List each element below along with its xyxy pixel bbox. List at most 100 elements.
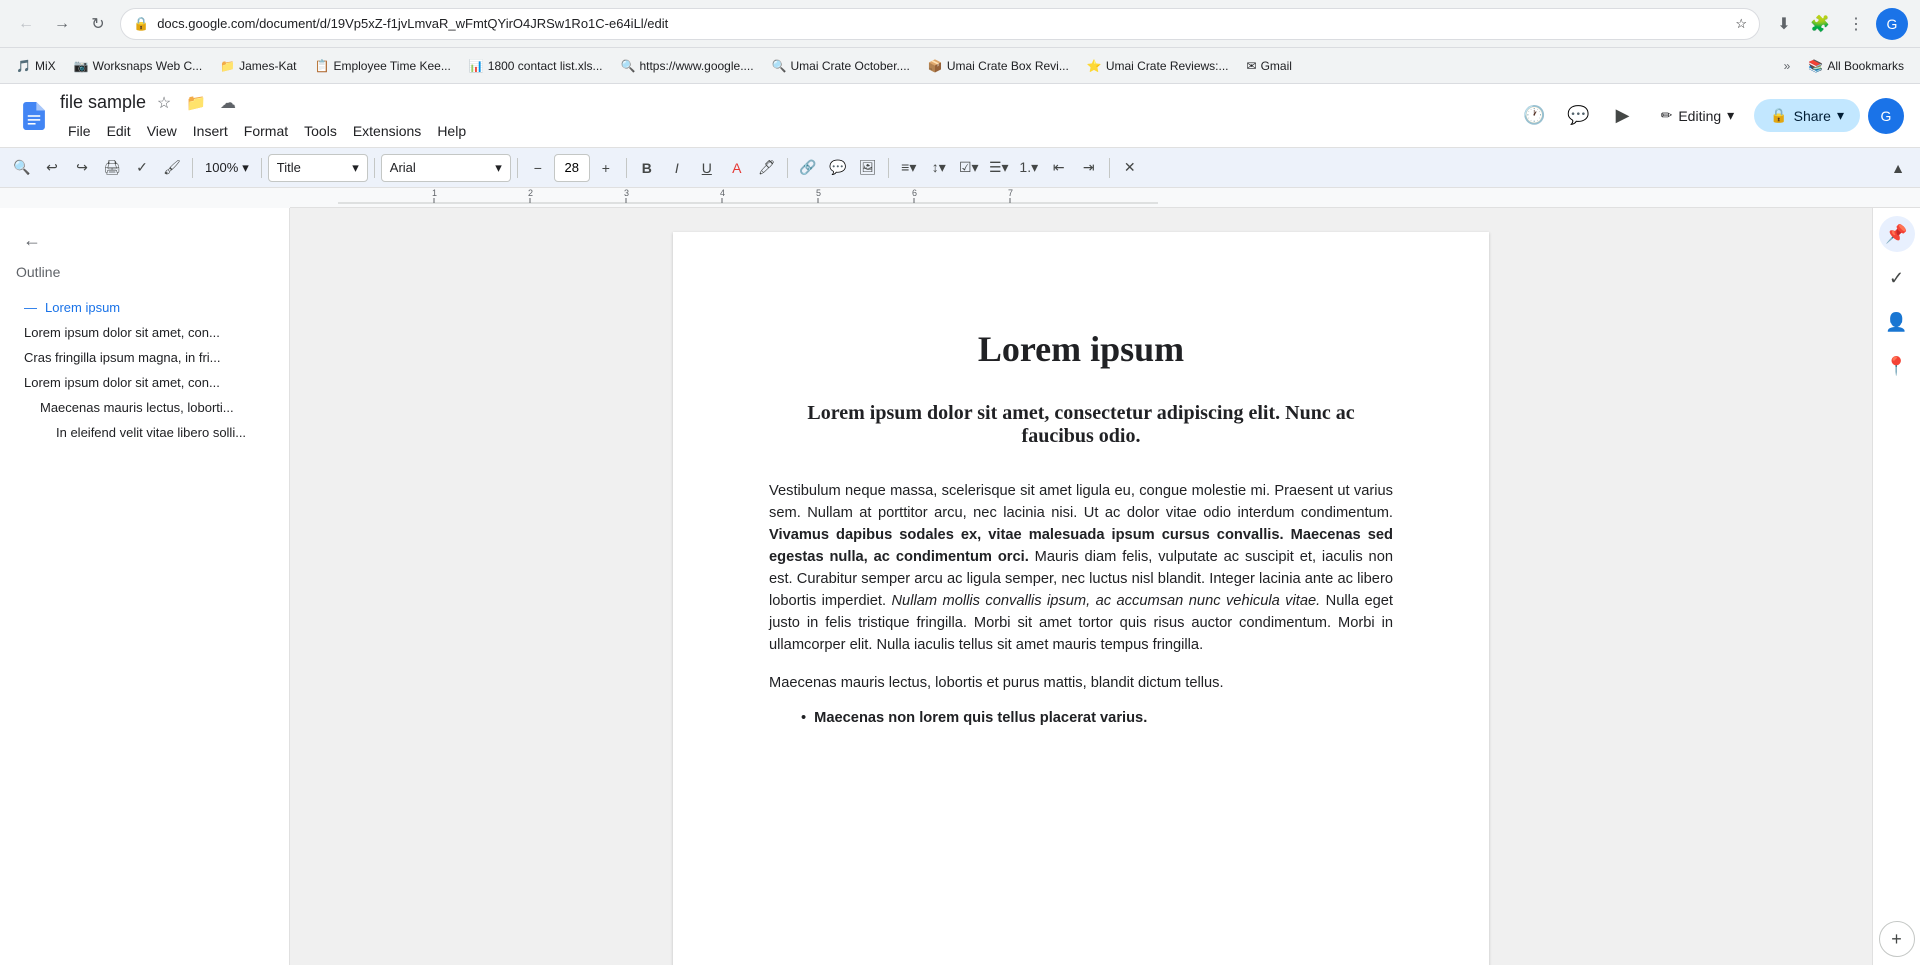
undo-button[interactable]: ↩ <box>38 154 66 182</box>
menu-help[interactable]: Help <box>429 119 474 143</box>
link-button[interactable]: 🔗 <box>794 154 822 182</box>
search-toolbar-button[interactable]: 🔍 <box>8 154 36 182</box>
all-bookmarks-button[interactable]: 📚 All Bookmarks <box>1800 55 1912 77</box>
style-value: Title <box>277 160 301 175</box>
font-size-decrease-button[interactable]: − <box>524 154 552 182</box>
extensions-icon[interactable]: 🧩 <box>1804 8 1836 40</box>
star-icon[interactable]: ☆ <box>1735 16 1747 32</box>
menu-format[interactable]: Format <box>236 119 296 143</box>
bookmark-worksnaps[interactable]: 📷 Worksnaps Web C... <box>66 55 211 77</box>
outline-item-5[interactable]: In eleifend velit vitae libero solli... <box>16 421 273 444</box>
doc-paragraph-2[interactable]: Maecenas mauris lectus, lobortis et puru… <box>769 672 1393 694</box>
history-button[interactable]: 🕐 <box>1517 98 1553 134</box>
font-name-select[interactable]: Arial ▾ <box>381 154 511 182</box>
outline-item-3[interactable]: Lorem ipsum dolor sit amet, con... <box>16 371 273 394</box>
font-size-increase-button[interactable]: + <box>592 154 620 182</box>
bookmark-employee[interactable]: 📋 Employee Time Kee... <box>306 55 458 77</box>
chevron-down-icon: ▾ <box>1727 107 1734 124</box>
outline-item-0[interactable]: — Lorem ipsum <box>16 296 273 319</box>
download-icon[interactable]: ⬇ <box>1768 8 1800 40</box>
star-button[interactable]: ☆ <box>150 89 178 117</box>
sidebar-maps-button[interactable]: 📍 <box>1879 348 1915 384</box>
sidebar-back-button[interactable]: ← <box>16 224 48 256</box>
align-button[interactable]: ≡▾ <box>895 154 923 182</box>
bookmark-mix[interactable]: 🎵 MiX <box>8 55 64 77</box>
bookmark-mix-label: MiX <box>35 59 56 73</box>
doc-title[interactable]: Lorem ipsum <box>769 328 1393 370</box>
bookmarks-more-button[interactable]: » <box>1776 55 1799 77</box>
para1-before-bold: Vestibulum neque massa, scelerisque sit … <box>769 483 1393 521</box>
clear-formatting-button[interactable]: ✕ <box>1116 154 1144 182</box>
cloud-button[interactable]: ☁ <box>214 89 242 117</box>
font-size-input[interactable] <box>554 154 590 182</box>
google-icon: 🔍 <box>621 59 636 73</box>
lock-share-icon: 🔒 <box>1770 107 1787 124</box>
zoom-value: 100% <box>205 160 238 175</box>
sidebar-contacts-button[interactable]: 👤 <box>1879 304 1915 340</box>
bookmark-gmail[interactable]: ✉ Gmail <box>1239 55 1300 77</box>
gmail-icon: ✉ <box>1247 59 1257 73</box>
menu-view[interactable]: View <box>139 119 185 143</box>
underline-button[interactable]: U <box>693 154 721 182</box>
zoom-chevron-icon: ▾ <box>242 160 249 176</box>
address-bar[interactable]: 🔒 docs.google.com/document/d/19Vp5xZ-f1j… <box>120 8 1760 40</box>
bookmark-umai-reviews[interactable]: ⭐ Umai Crate Reviews:... <box>1079 55 1237 77</box>
user-avatar[interactable]: G <box>1868 98 1904 134</box>
profile-avatar[interactable]: G <box>1876 8 1908 40</box>
docs-content[interactable]: Lorem ipsum Lorem ipsum dolor sit amet, … <box>290 208 1872 965</box>
image-button[interactable]: 🖼 <box>854 154 882 182</box>
bullet-list-button[interactable]: ☰▾ <box>985 154 1013 182</box>
bookmark-umai-box[interactable]: 📦 Umai Crate Box Revi... <box>920 55 1077 77</box>
numbered-list-button[interactable]: 1.▾ <box>1015 154 1043 182</box>
comment-toolbar-button[interactable]: 💬 <box>824 154 852 182</box>
bullet-dot-1: • <box>801 710 806 726</box>
paragraph-style-select[interactable]: Title ▾ <box>268 154 368 182</box>
docs-filename[interactable]: file sample <box>60 92 146 113</box>
present-button[interactable]: ▶ <box>1605 98 1641 134</box>
reload-button[interactable]: ↻ <box>84 10 112 38</box>
line-spacing-button[interactable]: ↕▾ <box>925 154 953 182</box>
bullet-text-1: Maecenas non lorem quis tellus placerat … <box>814 710 1147 726</box>
outline-item-4[interactable]: Maecenas mauris lectus, loborti... <box>16 396 273 419</box>
paint-format-button[interactable]: 🖌 <box>158 154 186 182</box>
decrease-indent-button[interactable]: ⇤ <box>1045 154 1073 182</box>
share-button[interactable]: 🔒 Share ▾ <box>1754 99 1860 132</box>
spellcheck-button[interactable]: ✓ <box>128 154 156 182</box>
outline-item-label-0: Lorem ipsum <box>45 300 120 315</box>
print-button[interactable]: 🖨 <box>98 154 126 182</box>
redo-button[interactable]: ↪ <box>68 154 96 182</box>
back-button[interactable]: ← <box>12 10 40 38</box>
menu-edit[interactable]: Edit <box>99 119 139 143</box>
editing-label: Editing <box>1678 108 1721 124</box>
toolbar-divider-7 <box>888 158 889 178</box>
menu-tools[interactable]: Tools <box>296 119 345 143</box>
menu-insert[interactable]: Insert <box>185 119 236 143</box>
menu-file[interactable]: File <box>60 119 99 143</box>
outline-item-2[interactable]: Cras fringilla ipsum magna, in fri... <box>16 346 273 369</box>
text-color-button[interactable]: A <box>723 154 751 182</box>
doc-heading[interactable]: Lorem ipsum dolor sit amet, consectetur … <box>769 402 1393 448</box>
bookmark-james-kat[interactable]: 📁 James-Kat <box>212 55 304 77</box>
doc-paragraph-1[interactable]: Vestibulum neque massa, scelerisque sit … <box>769 480 1393 656</box>
bookmark-contact-list[interactable]: 📊 1800 contact list.xls... <box>461 55 611 77</box>
checklist-button[interactable]: ☑▾ <box>955 154 983 182</box>
sidebar-tasks-button[interactable]: ✓ <box>1879 260 1915 296</box>
toolbar-collapse-button[interactable]: ▲ <box>1884 154 1912 182</box>
forward-button[interactable]: → <box>48 10 76 38</box>
sidebar-keep-button[interactable]: 📌 <box>1879 216 1915 252</box>
bookmark-umai-oct[interactable]: 🔍 Umai Crate October.... <box>764 55 918 77</box>
increase-indent-button[interactable]: ⇥ <box>1075 154 1103 182</box>
bookmark-google[interactable]: 🔍 https://www.google.... <box>613 55 762 77</box>
sidebar-add-button[interactable]: + <box>1879 921 1915 957</box>
outline-item-1[interactable]: Lorem ipsum dolor sit amet, con... <box>16 321 273 344</box>
italic-button[interactable]: I <box>663 154 691 182</box>
move-button[interactable]: 📁 <box>182 89 210 117</box>
editing-button[interactable]: ✏ Editing ▾ <box>1649 101 1747 130</box>
bold-button[interactable]: B <box>633 154 661 182</box>
more-options-icon[interactable]: ⋮ <box>1840 8 1872 40</box>
zoom-select[interactable]: 100% ▾ <box>199 154 255 182</box>
comments-button[interactable]: 💬 <box>1561 98 1597 134</box>
menu-extensions[interactable]: Extensions <box>345 119 429 143</box>
highlight-button[interactable]: 🖊 <box>753 154 781 182</box>
bullet-item-1[interactable]: • Maecenas non lorem quis tellus placera… <box>769 710 1393 726</box>
